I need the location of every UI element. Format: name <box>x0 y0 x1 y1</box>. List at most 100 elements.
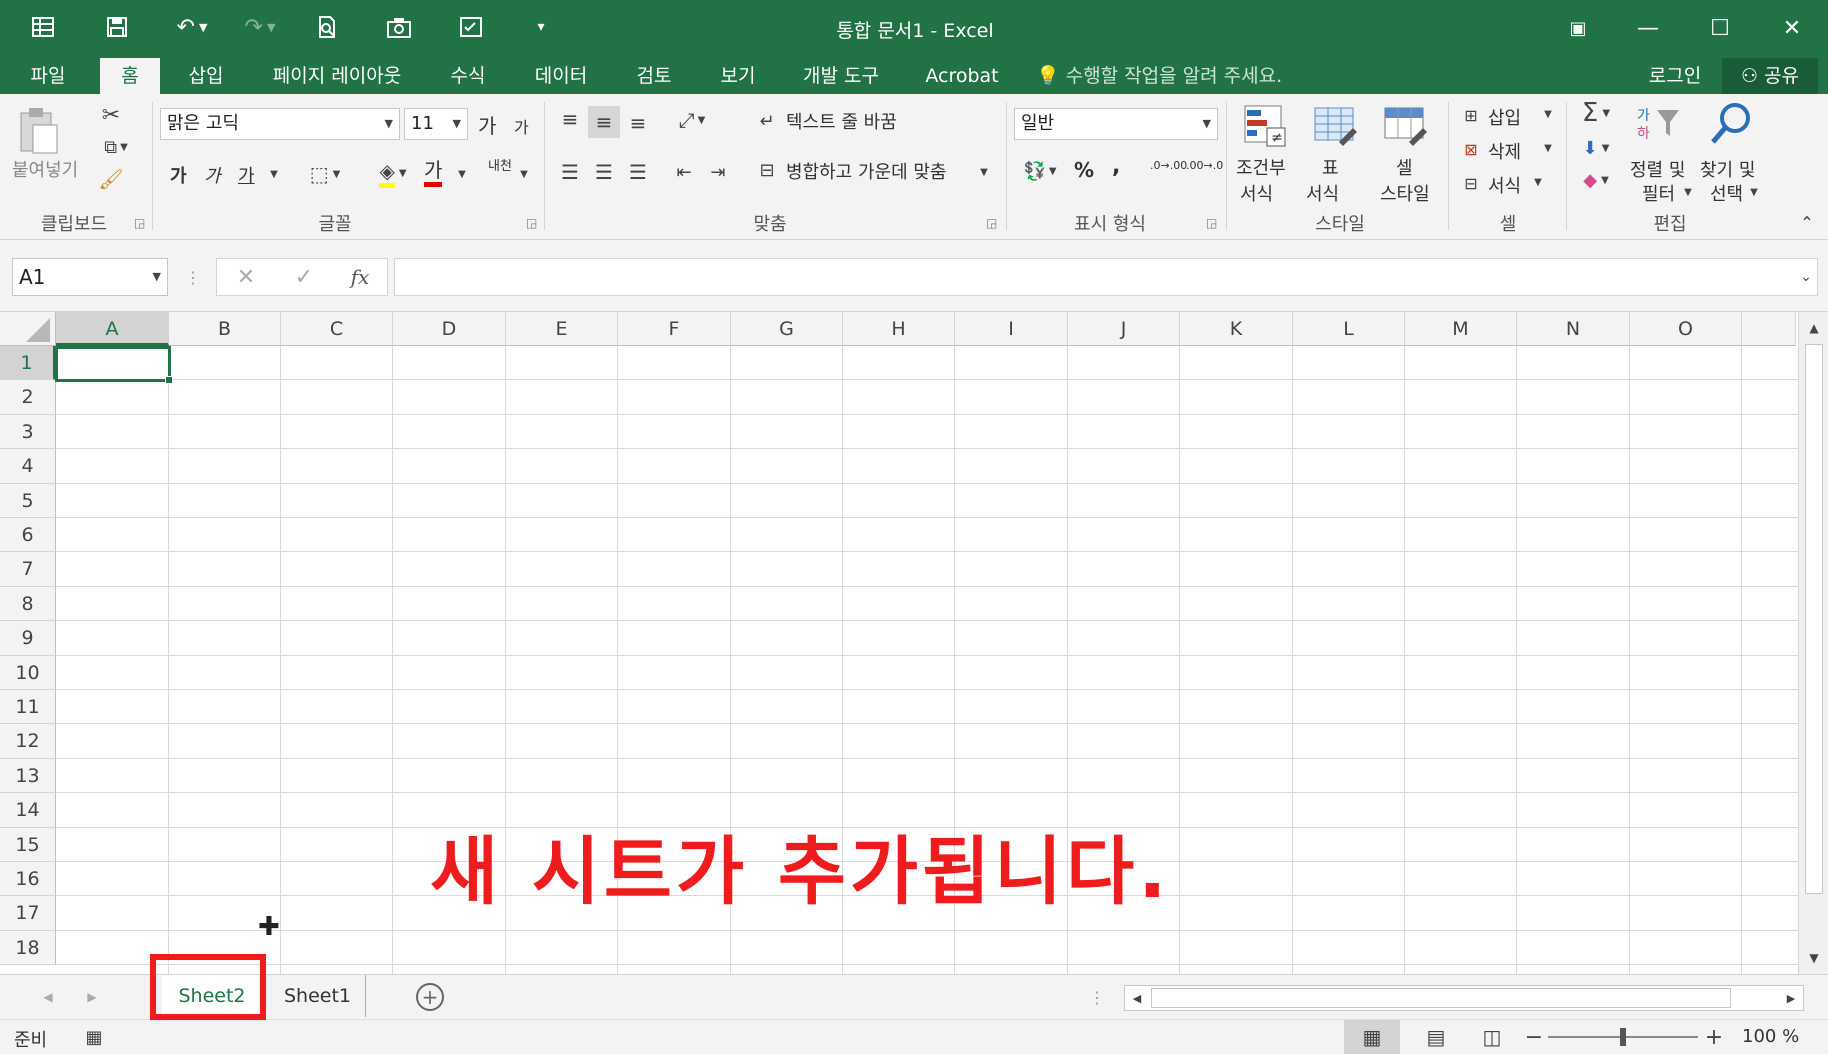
format-cells-icon[interactable]: ⊟ <box>1458 170 1484 196</box>
font-name-combo[interactable]: 맑은 고딕 ▼ <box>160 108 400 140</box>
cell-styles-label-2[interactable]: 스타일 <box>1380 180 1430 206</box>
format-painter-icon[interactable]: 🖌 <box>98 166 124 192</box>
column-header[interactable]: L <box>1293 312 1405 346</box>
chevron-down-icon[interactable]: ▼ <box>976 162 992 182</box>
font-launcher-icon[interactable]: ◲ <box>526 216 537 230</box>
row-header[interactable]: 15 <box>0 827 56 862</box>
merge-icon[interactable]: ⊟ <box>752 156 782 184</box>
chevron-down-icon[interactable]: ▼ <box>1746 182 1762 202</box>
format-cells-button[interactable]: 서식 <box>1488 172 1521 198</box>
row-header[interactable]: 16 <box>0 862 56 897</box>
comma-button[interactable]: , <box>1112 154 1120 179</box>
bold-button[interactable]: 가 <box>170 162 187 188</box>
column-header[interactable]: G <box>731 312 843 346</box>
tab-home[interactable]: 홈 <box>100 58 160 94</box>
select-all-corner[interactable] <box>0 312 56 346</box>
save-icon[interactable] <box>102 12 132 42</box>
tell-me-box[interactable]: 💡 수행할 작업을 알려 주세요. <box>1036 58 1336 94</box>
row-header[interactable]: 17 <box>0 896 56 931</box>
grid-icon[interactable] <box>28 12 58 42</box>
conditional-format-label-1[interactable]: 조건부 <box>1236 154 1286 180</box>
column-header[interactable]: N <box>1517 312 1630 346</box>
scroll-right-icon[interactable]: ▶ <box>1781 988 1801 1008</box>
tab-acrobat[interactable]: Acrobat <box>920 58 1004 94</box>
chevron-down-icon[interactable]: ▼ <box>1540 138 1556 158</box>
column-header[interactable]: F <box>618 312 731 346</box>
horizontal-scroll-thumb[interactable] <box>1151 988 1731 1008</box>
align-right-icon[interactable]: ☰ <box>624 158 652 186</box>
zoom-in-icon[interactable]: + <box>1704 1024 1724 1050</box>
tab-file[interactable]: 파일 <box>22 58 74 94</box>
row-header[interactable]: 10 <box>0 655 56 690</box>
cell-styles-icon[interactable] <box>1378 100 1432 152</box>
chevron-down-icon[interactable]: ▼ <box>516 164 532 184</box>
row-header[interactable]: 18 <box>0 930 56 966</box>
column-header-partial[interactable] <box>1742 312 1796 346</box>
wrap-text-button[interactable]: 텍스트 줄 바꿈 <box>786 108 897 134</box>
grow-font-button[interactable]: 가 <box>478 110 496 139</box>
clear-icon[interactable]: ◆ ▼ <box>1572 166 1620 194</box>
row-header[interactable]: 8 <box>0 586 56 622</box>
page-layout-view-icon[interactable]: ▤ <box>1416 1020 1456 1054</box>
fill-icon[interactable]: ⬇ ▼ <box>1572 134 1620 162</box>
tab-review[interactable]: 검토 <box>626 58 682 94</box>
row-header[interactable]: 11 <box>0 690 56 725</box>
row-header[interactable]: 2 <box>0 380 56 415</box>
table-format-label-2[interactable]: 서식 <box>1306 180 1339 206</box>
row-header[interactable]: 5 <box>0 483 56 518</box>
chevron-down-icon[interactable]: ▼ <box>1680 182 1696 202</box>
table-format-label-1[interactable]: 표 <box>1322 154 1339 180</box>
scroll-down-icon[interactable]: ▼ <box>1804 948 1824 968</box>
tab-data[interactable]: 데이터 <box>526 58 596 94</box>
insert-cells-icon[interactable]: ⊞ <box>1458 102 1484 128</box>
form-icon[interactable] <box>456 12 486 42</box>
sort-filter-label-1[interactable]: 정렬 및 <box>1630 156 1685 182</box>
close-icon[interactable]: ✕ <box>1772 10 1812 46</box>
decrease-decimal-button[interactable]: .00→.0 <box>1186 160 1223 172</box>
underline-button[interactable]: 가 <box>238 162 255 188</box>
print-preview-icon[interactable] <box>312 12 342 42</box>
zoom-out-icon[interactable]: − <box>1524 1024 1544 1050</box>
zoom-slider-thumb[interactable] <box>1620 1028 1626 1046</box>
merge-center-button[interactable]: 병합하고 가운데 맞춤 <box>786 158 946 184</box>
row-header[interactable]: 4 <box>0 449 56 484</box>
delete-cells-button[interactable]: 삭제 <box>1488 138 1521 164</box>
decrease-indent-icon[interactable]: ⇤ <box>670 158 698 186</box>
row-header[interactable]: 9 <box>0 621 56 656</box>
column-header[interactable]: O <box>1630 312 1742 346</box>
tab-view[interactable]: 보기 <box>710 58 766 94</box>
share-button[interactable]: ⚇ 공유 <box>1722 58 1818 94</box>
paste-icon[interactable] <box>14 104 64 158</box>
row-header[interactable]: 6 <box>0 518 56 553</box>
column-header[interactable]: I <box>955 312 1068 346</box>
collapse-ribbon-icon[interactable]: ⌃ <box>1796 212 1818 232</box>
align-bottom-icon[interactable]: ≡ <box>624 110 652 136</box>
minimize-icon[interactable]: — <box>1628 10 1668 46</box>
tab-insert[interactable]: 삽입 <box>180 58 232 94</box>
cell-styles-label-1[interactable]: 셀 <box>1396 154 1413 180</box>
table-format-icon[interactable] <box>1308 100 1362 152</box>
wrap-text-icon[interactable]: ↵ <box>752 108 782 134</box>
tab-formulas[interactable]: 수식 <box>442 58 494 94</box>
vertical-scroll-thumb[interactable] <box>1805 344 1823 894</box>
font-size-combo[interactable]: 11 ▼ <box>404 108 468 140</box>
column-header[interactable]: J <box>1068 312 1180 346</box>
page-break-view-icon[interactable]: ◫ <box>1472 1020 1512 1054</box>
customize-icon[interactable]: ▾ <box>526 12 556 42</box>
border-icon[interactable]: ⬚ ▼ <box>300 160 350 188</box>
fill-color-icon[interactable]: ◈ ▼ <box>368 156 418 190</box>
redo-icon[interactable]: ↷ ▼ <box>238 12 282 42</box>
delete-cells-icon[interactable]: ⊠ <box>1458 136 1484 162</box>
orientation-icon[interactable]: ⤢ ▼ <box>670 106 714 134</box>
sheet-tab-sheet1[interactable]: Sheet1 <box>270 975 366 1017</box>
scroll-left-icon[interactable]: ◀ <box>1127 988 1147 1008</box>
clipboard-launcher-icon[interactable]: ◲ <box>134 216 145 230</box>
align-left-icon[interactable]: ☰ <box>556 158 584 186</box>
increase-decimal-button[interactable]: .0→.00 <box>1150 160 1187 172</box>
macro-record-icon[interactable]: ▦ <box>80 1024 108 1050</box>
cut-icon[interactable]: ✂ <box>98 102 124 128</box>
scroll-right-icon[interactable]: ▶ <box>80 985 104 1009</box>
camera-icon[interactable] <box>384 12 414 42</box>
increase-indent-icon[interactable]: ⇥ <box>704 158 732 186</box>
column-header[interactable]: M <box>1405 312 1517 346</box>
